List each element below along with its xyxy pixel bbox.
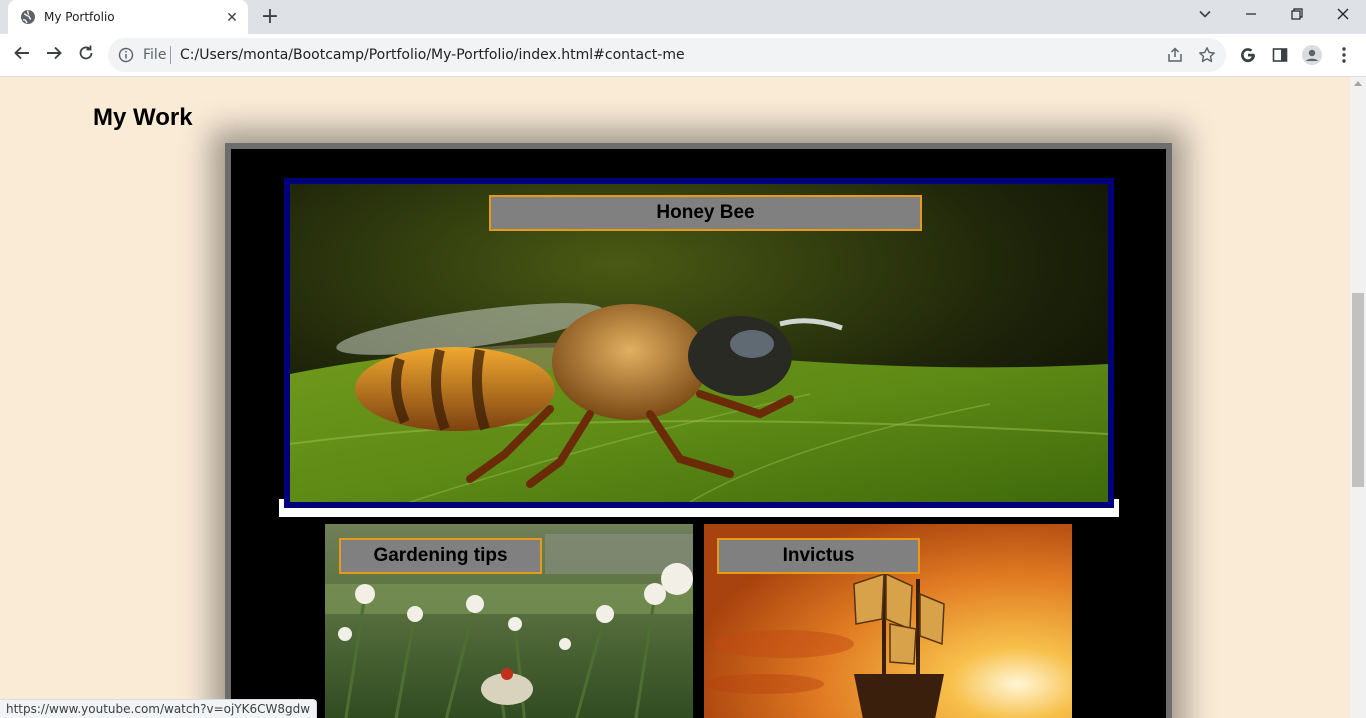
project-label-invictus[interactable]: Invictus [717, 538, 920, 574]
browser-toolbar: File C:/Users/monta/Bootcamp/Portfolio/M… [0, 34, 1366, 77]
chevron-down-icon [1198, 7, 1212, 26]
back-button[interactable] [8, 41, 36, 69]
new-tab-button[interactable]: + [258, 6, 282, 28]
close-window-button[interactable] [1320, 0, 1366, 32]
tab-strip: My Portfolio ✕ + [0, 0, 1366, 34]
tab-close-icon[interactable]: ✕ [224, 9, 240, 25]
tab-title: My Portfolio [44, 10, 115, 24]
reload-icon [77, 44, 95, 67]
featured-project-card[interactable]: Honey Bee [284, 178, 1114, 508]
address-bar[interactable]: File C:/Users/monta/Bootcamp/Portfolio/M… [108, 38, 1226, 72]
forward-button[interactable] [40, 41, 68, 69]
kebab-menu-icon[interactable] [1334, 45, 1354, 65]
link-status-bar: https://www.youtube.com/watch?v=ojYK6CW8… [0, 699, 318, 718]
restore-icon [1291, 7, 1303, 25]
honey-bee-image [290, 184, 1108, 502]
page-scrollbar[interactable] [1350, 77, 1366, 718]
project-card-gardening[interactable]: Gardening tips [325, 524, 693, 718]
omnibox-divider [170, 46, 171, 64]
profile-avatar-icon[interactable] [1302, 45, 1322, 65]
restore-button[interactable] [1274, 0, 1320, 32]
google-icon[interactable] [1238, 45, 1258, 65]
minimize-icon [1245, 7, 1257, 25]
page-viewport: My Work Honey Bee Gardening tips Invictu… [0, 77, 1350, 718]
arrow-right-icon [45, 44, 63, 67]
reload-button[interactable] [72, 41, 100, 69]
info-icon[interactable] [118, 47, 134, 63]
url-text[interactable]: C:/Users/monta/Bootcamp/Portfolio/My-Por… [180, 47, 685, 63]
tab-search-button[interactable] [1182, 0, 1228, 32]
scrollbar-thumb[interactable] [1352, 293, 1364, 487]
scroll-up-arrow-icon[interactable] [1354, 81, 1362, 86]
share-icon[interactable] [1166, 46, 1184, 64]
side-panel-icon[interactable] [1270, 45, 1290, 65]
browser-tab[interactable]: My Portfolio ✕ [8, 0, 248, 34]
section-title: My Work [93, 104, 193, 131]
url-scheme-label: File [143, 47, 167, 63]
globe-icon [20, 9, 36, 25]
star-icon[interactable] [1198, 46, 1216, 64]
close-icon [1337, 7, 1349, 25]
project-label-gardening[interactable]: Gardening tips [339, 538, 542, 574]
project-card-invictus[interactable]: Invictus [704, 524, 1072, 718]
minimize-button[interactable] [1228, 0, 1274, 32]
featured-project-label[interactable]: Honey Bee [489, 195, 922, 231]
arrow-left-icon [13, 44, 31, 67]
